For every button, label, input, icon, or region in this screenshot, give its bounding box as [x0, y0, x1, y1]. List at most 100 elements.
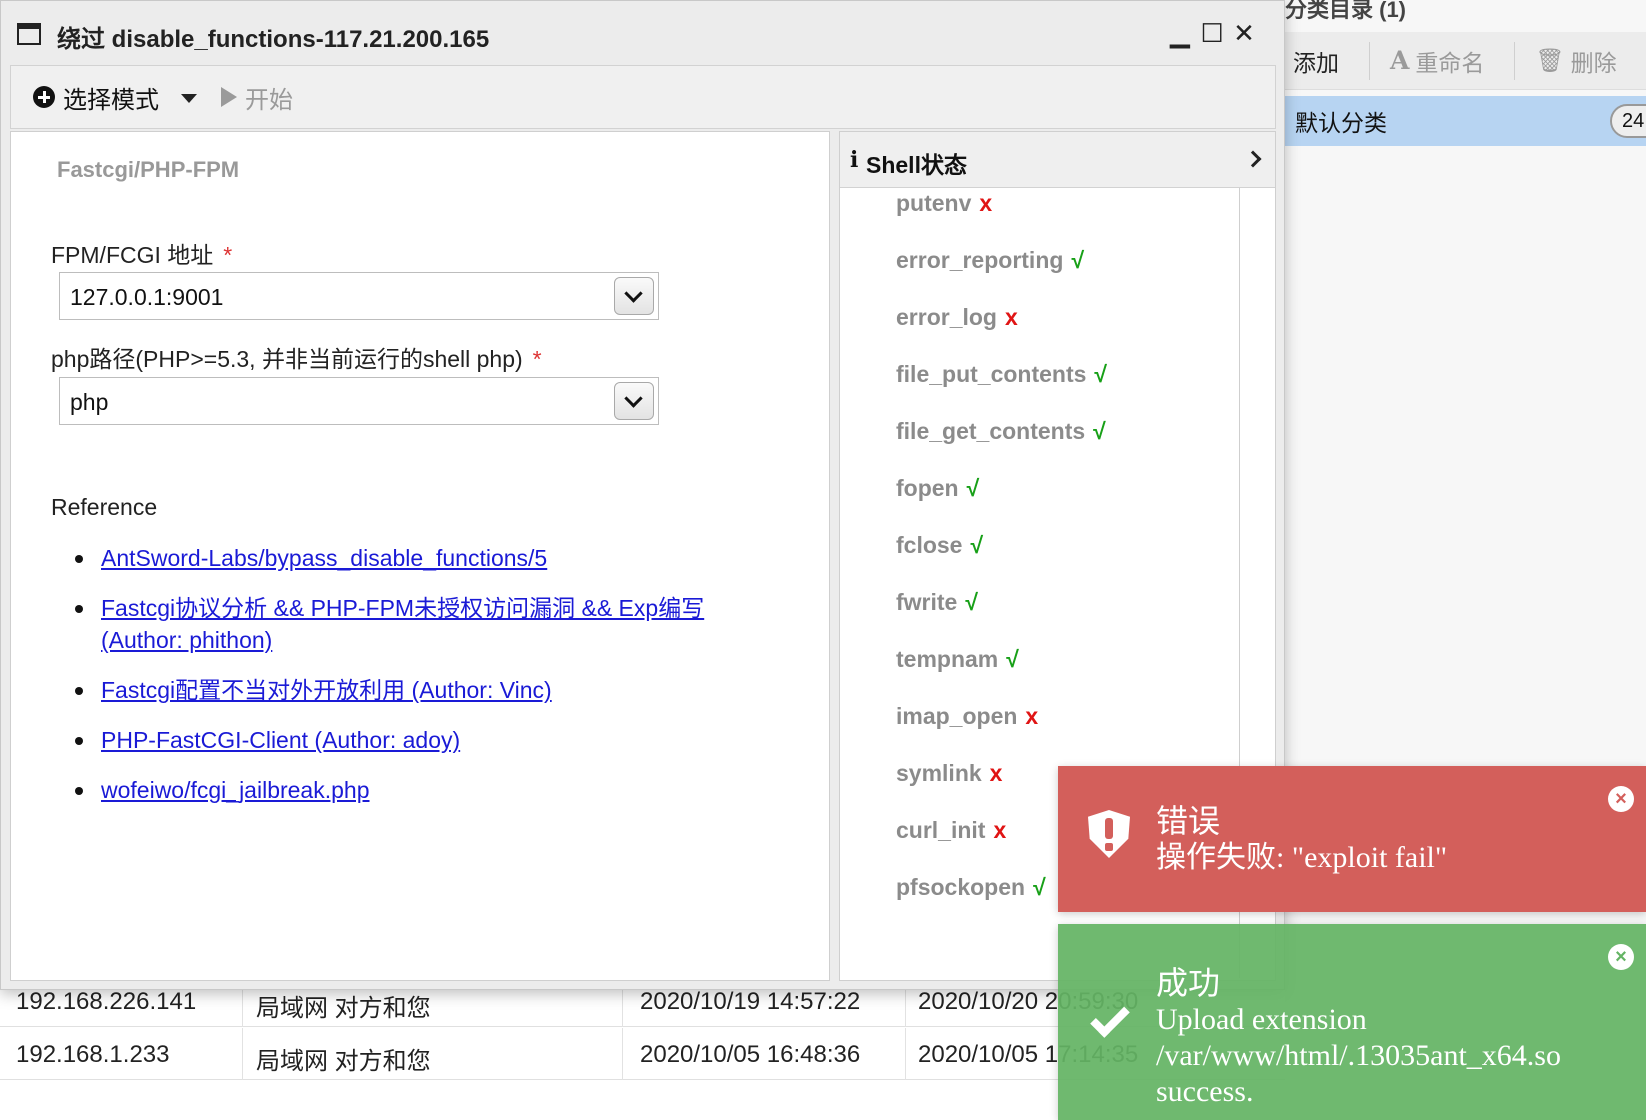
reference-link[interactable]: PHP-FastCGI-Client (Author: adoy) — [101, 727, 460, 753]
php-path-label: php路径(PHP>=5.3, 并非当前运行的shell php) * — [51, 340, 542, 374]
required-mark: * — [532, 346, 542, 372]
fpm-address-label: FPM/FCGI 地址 * — [51, 236, 232, 270]
function-status-row: fclose √ — [896, 532, 983, 559]
fpm-address-combobox[interactable]: 127.0.0.1:9001 — [59, 272, 659, 320]
enabled-check-icon: √ — [1093, 418, 1106, 444]
mode-name: Fastcgi/PHP-FPM — [57, 157, 240, 182]
enabled-check-icon: √ — [970, 532, 984, 558]
function-name: error_log — [896, 304, 997, 330]
function-status-row: curl_init x — [896, 817, 1006, 844]
row-location: 局域网 对方和您 — [256, 995, 431, 1022]
function-name: file_get_contents — [896, 418, 1086, 444]
row-created-time: 2020/10/05 16:48:36 — [640, 1041, 861, 1068]
close-icon[interactable]: ✕ — [1230, 17, 1258, 49]
function-status-row: error_reporting √ — [896, 247, 1084, 274]
maximize-icon[interactable]: ☐ — [1198, 17, 1226, 49]
function-name: fopen — [896, 475, 959, 501]
enabled-check-icon: √ — [1071, 247, 1085, 273]
shell-status-title: Shell状态 — [866, 152, 967, 178]
reference-heading: Reference — [51, 494, 158, 520]
list-item: Fastcgi配置不当对外开放利用 (Author: Vinc) — [75, 674, 781, 706]
minimize-icon[interactable]: ▁ — [1166, 17, 1194, 49]
fpm-address-value: 127.0.0.1:9001 — [70, 284, 224, 310]
php-path-value: php — [70, 389, 109, 415]
category-item-default[interactable]: 默认分类 24 — [1285, 96, 1646, 146]
close-icon[interactable]: × — [1608, 786, 1634, 812]
enabled-check-icon: √ — [1006, 646, 1019, 672]
chevron-right-icon[interactable] — [1244, 150, 1262, 168]
function-status-row: fwrite √ — [896, 589, 978, 616]
start-button[interactable]: 开始 — [221, 80, 293, 115]
enabled-check-icon: √ — [1033, 874, 1046, 900]
php-path-label-text: php路径(PHP>=5.3, 并非当前运行的shell php) — [51, 346, 523, 372]
toolbar-divider — [1369, 41, 1370, 80]
info-icon: i — [850, 147, 859, 173]
function-status-row: symlink x — [896, 760, 1002, 787]
add-category-button[interactable]: 添加 — [1285, 44, 1357, 78]
php-path-dropdown-button[interactable] — [614, 382, 654, 420]
rename-category-label: 重命名 — [1415, 49, 1485, 76]
reference-link[interactable]: Fastcgi协议分析 && PHP-FPM未授权访问漏洞 && Exp编写 (… — [101, 595, 704, 653]
category-count-badge: 24 — [1610, 104, 1646, 138]
window-toolbar: 选择模式 开始 — [10, 65, 1276, 129]
category-panel-title: 分类目录 (1) — [1285, 0, 1407, 22]
check-icon — [1090, 998, 1130, 1038]
disabled-mark-icon: x — [1004, 304, 1018, 330]
error-toast: 错误 操作失败: "exploit fail" × — [1058, 766, 1646, 912]
disabled-mark-icon: x — [979, 190, 993, 216]
function-status-row: pfsockopen √ — [896, 874, 1046, 901]
plus-circle-icon — [33, 86, 55, 108]
reference-list: AntSword-Labs/bypass_disable_functions/5… — [75, 542, 781, 824]
function-status-row: file_put_contents √ — [896, 361, 1107, 388]
fpm-address-dropdown-button[interactable] — [614, 277, 654, 315]
close-icon[interactable]: × — [1608, 944, 1634, 970]
window-title: 绕过 disable_functions-117.21.200.165 — [57, 26, 490, 53]
function-name: pfsockopen — [896, 874, 1026, 900]
rename-icon: A — [1390, 46, 1410, 75]
list-item: wofeiwo/fcgi_jailbreak.php — [75, 774, 781, 806]
function-name: tempnam — [896, 646, 999, 672]
function-status-row: file_get_contents √ — [896, 418, 1106, 445]
select-mode-label: 选择模式 — [63, 86, 159, 114]
reference-link[interactable]: AntSword-Labs/bypass_disable_functions/5 — [101, 545, 547, 571]
row-ip: 192.168.1.233 — [16, 1041, 170, 1068]
function-name: file_put_contents — [896, 361, 1087, 387]
category-toolbar: 添加 A 重命名 🗑 删除 — [1285, 32, 1646, 90]
function-name: symlink — [896, 760, 982, 786]
column-divider — [242, 1028, 243, 1080]
function-status-row: putenv x — [896, 190, 992, 217]
mode-form-panel: Fastcgi/PHP-FPM FPM/FCGI 地址 * 127.0.0.1:9… — [10, 131, 830, 981]
disabled-mark-icon: x — [989, 760, 1003, 786]
list-item: PHP-FastCGI-Client (Author: adoy) — [75, 724, 781, 756]
column-divider — [905, 1028, 906, 1080]
function-name: curl_init — [896, 817, 986, 843]
rename-category-button[interactable]: A 重命名 — [1382, 44, 1502, 78]
success-toast-message: Upload extension /var/www/html/.13035ant… — [1156, 1003, 1561, 1108]
window-titlebar[interactable]: 绕过 disable_functions-117.21.200.165 ▁ ☐ … — [1, 1, 1286, 65]
add-category-label: 添加 — [1293, 49, 1339, 76]
disabled-mark-icon: x — [993, 817, 1007, 843]
success-toast: 成功 Upload extension /var/www/html/.13035… — [1058, 924, 1646, 1120]
success-toast-title: 成功 — [1156, 965, 1221, 1001]
reference-link[interactable]: wofeiwo/fcgi_jailbreak.php — [101, 777, 370, 803]
php-path-combobox[interactable]: php — [59, 377, 659, 425]
shell-status-header[interactable]: i Shell状态 — [840, 132, 1275, 188]
fpm-address-label-text: FPM/FCGI 地址 — [51, 242, 214, 268]
chevron-down-icon — [624, 389, 643, 408]
error-toast-title: 错误 — [1156, 803, 1221, 839]
disabled-mark-icon: x — [1025, 703, 1039, 729]
error-toast-message: 操作失败: "exploit fail" — [1156, 841, 1448, 874]
function-name: putenv — [896, 190, 972, 216]
reference-link[interactable]: Fastcgi配置不当对外开放利用 (Author: Vinc) — [101, 677, 552, 703]
trash-icon: 🗑 — [1535, 47, 1565, 73]
select-mode-dropdown[interactable]: 选择模式 — [33, 80, 197, 115]
chevron-down-icon — [624, 284, 643, 303]
category-item-label: 默认分类 — [1295, 110, 1387, 136]
enabled-check-icon: √ — [1094, 361, 1108, 387]
delete-category-button[interactable]: 🗑 删除 — [1527, 44, 1634, 78]
enabled-check-icon: √ — [965, 589, 978, 615]
toolbar-divider — [1514, 41, 1516, 80]
delete-category-label: 删除 — [1570, 49, 1617, 76]
enabled-check-icon: √ — [966, 475, 980, 501]
function-status-row: error_log x — [896, 304, 1018, 331]
